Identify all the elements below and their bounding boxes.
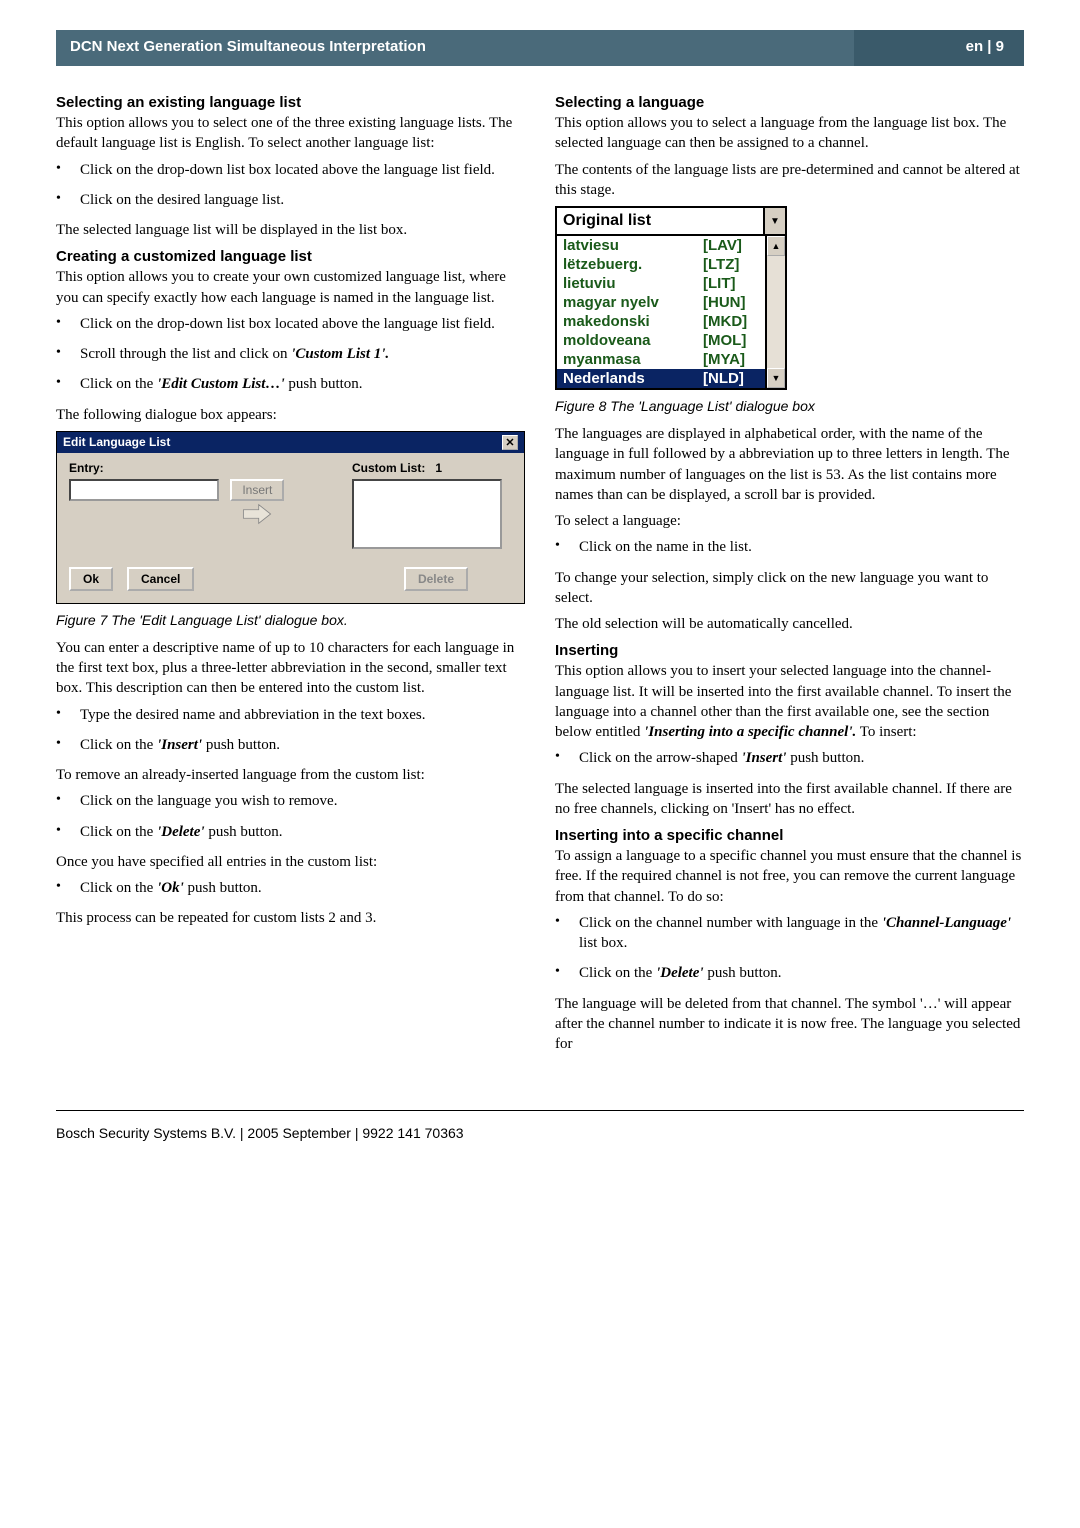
para: This option allows you to select one of … [56, 113, 525, 154]
dialog-body: Entry: Insert Custom List: 1 [57, 453, 524, 603]
list-item: •Click on the arrow-shaped 'Insert' push… [555, 748, 1024, 768]
list-item[interactable]: lëtzebuerg.[LTZ] [557, 255, 765, 274]
bullet-icon: • [56, 878, 80, 898]
heading-inserting: Inserting [555, 642, 1024, 659]
para: You can enter a descriptive name of up t… [56, 638, 525, 699]
scroll-down-icon[interactable]: ▼ [767, 368, 785, 388]
right-column: Selecting a language This option allows … [555, 86, 1024, 1060]
list-item: •Click on the 'Edit Custom List…' push b… [56, 374, 525, 394]
dropdown-selected[interactable]: Original list ▼ [557, 208, 785, 236]
list-item[interactable]: Nederlands[NLD] [557, 369, 765, 388]
dialog-titlebar: Edit Language List ✕ [57, 432, 524, 453]
bullet-icon: • [56, 314, 80, 334]
bullet-icon: • [56, 160, 80, 180]
arrow-right-icon [240, 501, 274, 527]
bullet-icon: • [555, 748, 579, 768]
list-item[interactable]: latviesu[LAV] [557, 236, 765, 255]
list-item: •Click on the 'Delete' push button. [56, 822, 525, 842]
entry-name-input[interactable] [69, 479, 219, 501]
page-header: DCN Next Generation Simultaneous Interpr… [56, 30, 1024, 66]
figure-8-caption: Figure 8 The 'Language List' dialogue bo… [555, 398, 1024, 414]
header-page: en | 9 [854, 30, 1024, 66]
delete-button[interactable]: Delete [404, 567, 468, 591]
scroll-track[interactable] [767, 256, 785, 368]
heading-inserting-specific: Inserting into a specific channel [555, 827, 1024, 844]
para: The language will be deleted from that c… [555, 994, 1024, 1055]
bullet-icon: • [56, 791, 80, 811]
scrollbar[interactable]: ▲ ▼ [765, 236, 785, 388]
para: This option allows you to select a langu… [555, 113, 1024, 154]
language-dropdown: Original list ▼ latviesu[LAV] lëtzebuerg… [555, 206, 787, 390]
heading-create-custom: Creating a customized language list [56, 248, 525, 265]
edit-language-list-dialog: Edit Language List ✕ Entry: Insert [56, 431, 525, 604]
para: The selected language list will be displ… [56, 220, 525, 240]
bullet-icon: • [56, 735, 80, 755]
bullet-icon: • [555, 537, 579, 557]
para: The contents of the language lists are p… [555, 160, 1024, 201]
dropdown-list: latviesu[LAV] lëtzebuerg.[LTZ] lietuviu[… [557, 236, 785, 388]
list-item[interactable]: moldoveana[MOL] [557, 331, 765, 350]
list-item: •Click on the 'Ok' push button. [56, 878, 525, 898]
para: The old selection will be automatically … [555, 614, 1024, 634]
list-item: •Click on the drop-down list box located… [56, 314, 525, 334]
insert-button[interactable]: Insert [230, 479, 284, 501]
bullet-icon: • [555, 963, 579, 983]
para: The languages are displayed in alphabeti… [555, 424, 1024, 505]
left-column: Selecting an existing language list This… [56, 86, 525, 1060]
header-title: DCN Next Generation Simultaneous Interpr… [56, 30, 854, 66]
list-item: •Click on the 'Insert' push button. [56, 735, 525, 755]
figure-7-caption: Figure 7 The 'Edit Language List' dialog… [56, 612, 525, 628]
para: This process can be repeated for custom … [56, 908, 525, 928]
cancel-button[interactable]: Cancel [127, 567, 194, 591]
para: Once you have specified all entries in t… [56, 852, 525, 872]
bullet-icon: • [56, 374, 80, 394]
bullet-icon: • [555, 913, 579, 954]
para: This option allows you to insert your se… [555, 661, 1024, 742]
entry-label: Entry: [69, 461, 322, 475]
bullet-icon: • [56, 705, 80, 725]
list-item[interactable]: makedonski[MKD] [557, 312, 765, 331]
para: The following dialogue box appears: [56, 405, 525, 425]
dialog-title-text: Edit Language List [63, 435, 170, 449]
list-item[interactable]: lietuviu[LIT] [557, 274, 765, 293]
list-item: •Type the desired name and abbreviation … [56, 705, 525, 725]
bullet-icon: • [56, 344, 80, 364]
bullet-icon: • [56, 190, 80, 210]
list-item: •Scroll through the list and click on 'C… [56, 344, 525, 364]
list-item[interactable]: magyar nyelv[HUN] [557, 293, 765, 312]
scroll-up-icon[interactable]: ▲ [767, 236, 785, 256]
list-item: •Click on the desired language list. [56, 190, 525, 210]
list-item[interactable]: myanmasa[MYA] [557, 350, 765, 369]
list-item: •Click on the name in the list. [555, 537, 1024, 557]
page-footer: Bosch Security Systems B.V. | 2005 Septe… [56, 1110, 1024, 1171]
custom-list-box[interactable] [352, 479, 502, 549]
para: The selected language is inserted into t… [555, 779, 1024, 820]
para: To remove an already-inserted language f… [56, 765, 525, 785]
list-item: •Click on the language you wish to remov… [56, 791, 525, 811]
bullet-icon: • [56, 822, 80, 842]
ok-button[interactable]: Ok [69, 567, 113, 591]
chevron-down-icon[interactable]: ▼ [763, 208, 785, 234]
content: Selecting an existing language list This… [0, 66, 1080, 1090]
para: To assign a language to a specific chann… [555, 846, 1024, 907]
para: This option allows you to create your ow… [56, 267, 525, 308]
list-item: •Click on the channel number with langua… [555, 913, 1024, 954]
dropdown-items: latviesu[LAV] lëtzebuerg.[LTZ] lietuviu[… [557, 236, 765, 388]
heading-selecting-language: Selecting a language [555, 94, 1024, 111]
custom-list-label: Custom List: 1 [352, 461, 512, 475]
list-item: •Click on the drop-down list box located… [56, 160, 525, 180]
para: To select a language: [555, 511, 1024, 531]
para: To change your selection, simply click o… [555, 568, 1024, 609]
heading-select-existing: Selecting an existing language list [56, 94, 525, 111]
close-icon[interactable]: ✕ [502, 435, 518, 450]
dropdown-selected-text: Original list [557, 208, 763, 234]
list-item: •Click on the 'Delete' push button. [555, 963, 1024, 983]
